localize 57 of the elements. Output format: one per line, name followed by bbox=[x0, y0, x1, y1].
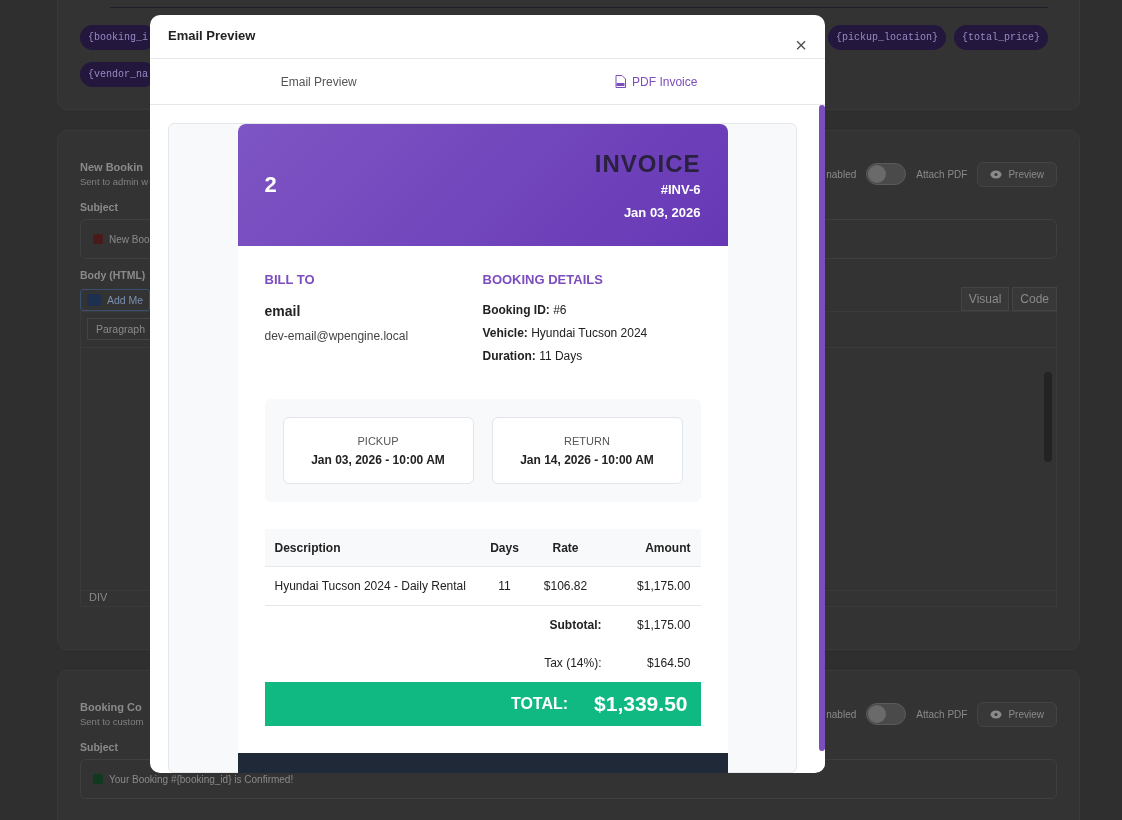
table-cell-text: Hyundai Tucson 2024 - Daily Rental bbox=[274, 579, 467, 593]
tax-value: $164.50 bbox=[646, 656, 691, 670]
editor-tab[interactable]: Code bbox=[1012, 287, 1057, 311]
booking-detail: Duration: 11 Days bbox=[482, 349, 584, 363]
date-label: PICKUP bbox=[357, 434, 399, 447]
dialog-title: Email Preview bbox=[168, 28, 256, 45]
eye-icon bbox=[990, 709, 1003, 719]
placeholder-chip[interactable]: {pickup_location} bbox=[827, 25, 946, 50]
total-label: TOTAL: bbox=[510, 695, 569, 713]
column-header: Days bbox=[489, 540, 520, 555]
attach-pdf-toggle[interactable] bbox=[866, 163, 907, 185]
scrollbar[interactable] bbox=[819, 105, 825, 751]
attach-pdf-label: Attach PDF bbox=[916, 708, 968, 720]
card-subtitle: Sent to admin w bbox=[80, 176, 149, 187]
enabled-label: nabled bbox=[826, 168, 857, 180]
customer-email: dev-email@wpengine.local bbox=[264, 329, 410, 343]
table-cell-text: $106.82 bbox=[542, 579, 589, 593]
customer-name: email bbox=[264, 303, 302, 319]
date-value: Jan 03, 2026 - 10:00 AM bbox=[311, 452, 445, 467]
card-subtitle: Sent to custom bbox=[80, 716, 144, 727]
subject-value: New Boo bbox=[109, 233, 150, 245]
invoice-number: #INV-6 bbox=[660, 182, 701, 197]
pdf-file-icon bbox=[615, 75, 627, 88]
preview-button[interactable]: Preview bbox=[977, 161, 1057, 187]
subject-label: Subject bbox=[80, 741, 118, 753]
card-title: New Bookin bbox=[80, 161, 144, 173]
subtotal-value: $1,175.00 bbox=[636, 618, 691, 632]
total-value: $1,339.50 bbox=[594, 692, 688, 716]
booking-details-heading: BOOKING DETAILS bbox=[482, 272, 604, 287]
card-title: Booking Co bbox=[80, 701, 143, 713]
subject-label: Subject bbox=[80, 201, 118, 213]
subtotal-label: Subtotal: bbox=[548, 618, 602, 632]
add-media-button[interactable]: Add Me bbox=[80, 289, 151, 311]
column-header: Amount bbox=[644, 540, 691, 555]
attach-pdf-label: Attach PDF bbox=[916, 168, 968, 180]
company-initial: 2 bbox=[264, 172, 277, 198]
date-label: RETURN bbox=[564, 434, 610, 447]
attach-pdf-toggle[interactable] bbox=[866, 703, 907, 725]
subject-value: Your Booking #{booking_id} is Confirmed! bbox=[109, 773, 294, 785]
invoice-date: Jan 03, 2026 bbox=[623, 205, 701, 220]
booking-detail: Booking ID: #6 bbox=[482, 303, 568, 317]
close-button[interactable]: × bbox=[795, 34, 807, 56]
eye-icon bbox=[990, 169, 1003, 179]
invoice-title: INVOICE bbox=[594, 150, 701, 178]
bill-to-heading: BILL TO bbox=[264, 272, 316, 287]
preview-button[interactable]: Preview bbox=[977, 701, 1057, 727]
enabled-label: nabled bbox=[826, 708, 857, 720]
column-header: Description bbox=[274, 540, 342, 555]
column-header: Rate bbox=[551, 540, 580, 555]
booking-detail: Vehicle: Hyundai Tucson 2024 bbox=[482, 326, 649, 340]
tax-label: Tax (14%): bbox=[543, 656, 602, 670]
table-cell-text: 11 bbox=[497, 579, 512, 593]
editor-tab[interactable]: Visual bbox=[960, 287, 1010, 311]
body-label: Body (HTML) bbox=[80, 269, 146, 281]
placeholder-chip[interactable]: {total_price} bbox=[954, 25, 1048, 50]
table-cell-text: $1,175.00 bbox=[636, 579, 691, 593]
date-value: Jan 14, 2026 - 10:00 AM bbox=[520, 452, 654, 467]
